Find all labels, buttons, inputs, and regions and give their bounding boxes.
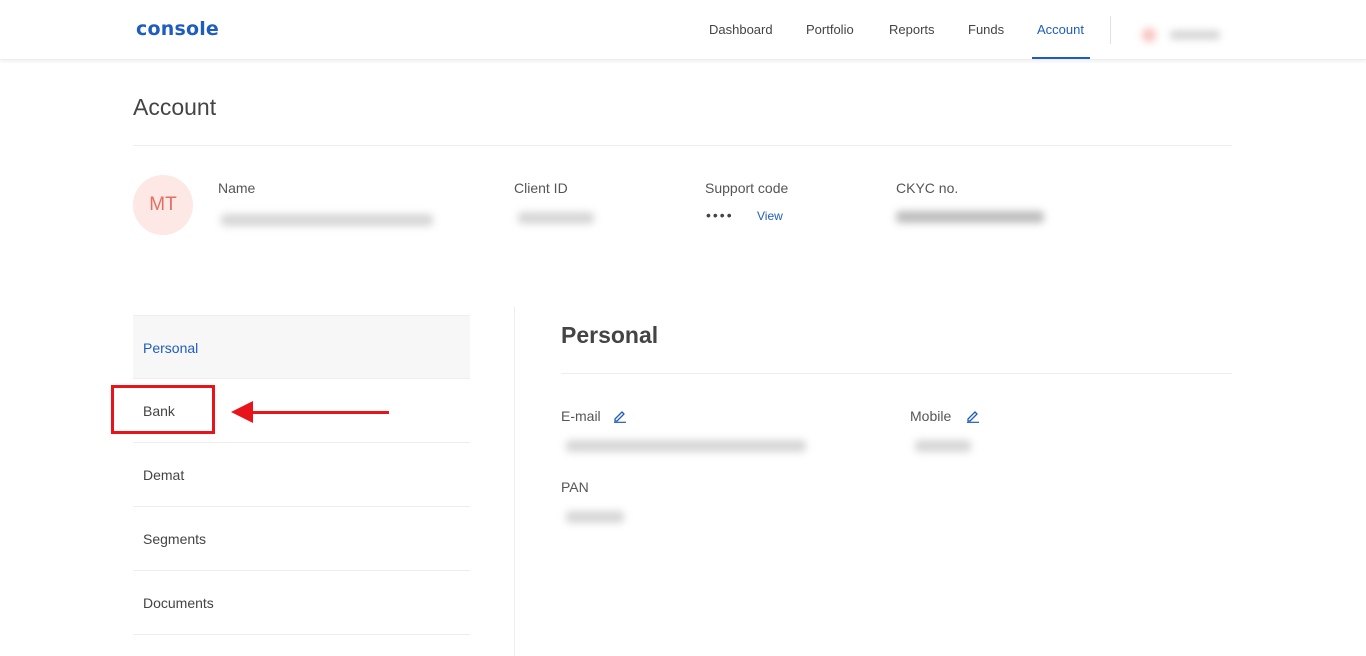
annotation-highlight-box bbox=[111, 385, 215, 434]
ckyc-value-redacted bbox=[896, 211, 1044, 223]
user-avatar-icon bbox=[1142, 28, 1156, 42]
sidebar-item-segments[interactable]: Segments bbox=[133, 507, 470, 571]
nav-dashboard[interactable]: Dashboard bbox=[709, 0, 773, 60]
support-code-label: Support code bbox=[705, 180, 789, 196]
title-divider bbox=[133, 145, 1232, 146]
nav-account[interactable]: Account bbox=[1037, 0, 1084, 60]
name-value-redacted bbox=[221, 214, 433, 226]
client-id-value-redacted bbox=[518, 212, 594, 224]
nav-reports[interactable]: Reports bbox=[889, 0, 935, 60]
mobile-edit-icon[interactable] bbox=[966, 409, 980, 423]
support-code-masked: •••• bbox=[706, 207, 734, 223]
sidebar-divider bbox=[514, 307, 515, 656]
user-menu-redacted[interactable] bbox=[1136, 24, 1228, 46]
section-title: Personal bbox=[561, 322, 659, 348]
user-id-redacted bbox=[1170, 31, 1220, 39]
email-edit-icon[interactable] bbox=[613, 409, 627, 423]
sidebar-item-demat[interactable]: Demat bbox=[133, 443, 470, 507]
console-logo[interactable]: console bbox=[136, 18, 219, 40]
name-label: Name bbox=[218, 180, 256, 196]
mobile-label: Mobile bbox=[910, 408, 952, 424]
email-label: E-mail bbox=[561, 408, 601, 424]
nav-active-indicator bbox=[1032, 57, 1090, 59]
client-id-label: Client ID bbox=[514, 180, 568, 196]
ckyc-label: CKYC no. bbox=[896, 180, 959, 196]
nav-divider bbox=[1110, 16, 1111, 44]
page-title: Account bbox=[133, 94, 217, 120]
mobile-value-redacted bbox=[915, 440, 971, 452]
sidebar-item-documents[interactable]: Documents bbox=[133, 571, 470, 635]
annotation-arrow-icon bbox=[231, 401, 253, 423]
pan-value-redacted bbox=[566, 511, 624, 523]
section-divider bbox=[561, 373, 1232, 374]
nav-funds[interactable]: Funds bbox=[968, 0, 1004, 60]
email-value-redacted bbox=[566, 440, 806, 452]
support-code-view-link[interactable]: View bbox=[757, 209, 783, 223]
sidebar-item-personal[interactable]: Personal bbox=[133, 315, 470, 379]
top-header: console Dashboard Portfolio Reports Fund… bbox=[0, 0, 1366, 60]
pan-label: PAN bbox=[561, 479, 589, 495]
nav-portfolio[interactable]: Portfolio bbox=[806, 0, 854, 60]
annotation-arrow-shaft bbox=[248, 411, 389, 414]
avatar: MT bbox=[133, 175, 193, 235]
